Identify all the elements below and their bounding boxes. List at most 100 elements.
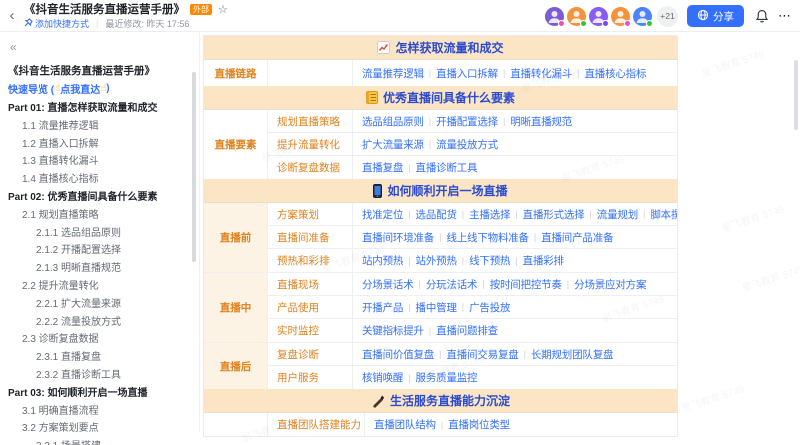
doc-link[interactable]: 按时间把控节奏 [490,277,562,292]
toc-item[interactable]: 1.3 直播转化漏斗 [8,151,199,169]
toc-item[interactable]: 1.1 流量推荐逻辑 [8,115,199,133]
collaborator-avatar[interactable] [611,7,630,26]
doc-link[interactable]: 流量投放方式 [436,137,498,152]
doc-link[interactable]: 直播转化漏斗 [510,66,572,81]
toc-item[interactable]: 2.2.1 扩大流量来源 [8,293,199,311]
toc-item[interactable]: 1.2 直播入口拆解 [8,133,199,151]
doc-link[interactable]: 线上线下物料准备 [446,230,528,245]
doc-link[interactable]: 线下预热 [469,253,510,268]
doc-link[interactable]: 直播间环境准备 [362,230,434,245]
links-cell: 扩大流量来源|流量投放方式 [353,133,677,155]
doc-link[interactable]: 直播复盘 [362,160,403,175]
table-row: 产品使用开播产品|播中管理|广告投放 [268,296,677,319]
doc-link[interactable]: 直播岗位类型 [448,417,510,432]
doc-link[interactable]: 分场景话术 [362,277,414,292]
toc-item[interactable]: 2.2 提升流量转化 [8,276,199,294]
toc-item[interactable]: 2.2.2 流量投放方式 [8,311,199,329]
toc-item[interactable]: 《抖音生活服务直播运营手册》 [8,62,199,80]
doc-link[interactable]: 直播问题排查 [436,323,498,338]
row-group: 直播后复盘诊断直播间价值复盘|直播间交易复盘|长期规划团队复盘用户服务核销唤醒|… [204,343,677,389]
toc-item[interactable]: 2.1.1 选品组品原则 [8,222,199,240]
doc-link[interactable]: 脚本撰写 [650,207,677,222]
doc-link[interactable]: 核销唤醒 [362,370,403,385]
topic-cell: 提升流量转化 [268,133,353,155]
toc-item[interactable]: 1.4 直播核心指标 [8,169,199,187]
collaborator-avatar[interactable] [589,7,608,26]
doc-link[interactable]: 流量推荐逻辑 [362,66,424,81]
doc-link[interactable]: 分场景应对方案 [574,277,646,292]
doc-link[interactable]: 直播核心指标 [584,66,646,81]
table-row: 提升流量转化扩大流量来源|流量投放方式 [268,133,677,156]
doc-link[interactable]: 直播诊断工具 [416,160,478,175]
collaborators-count-badge[interactable]: +21 [657,6,678,27]
doc-link[interactable]: 直播形式选择 [523,207,585,222]
document-scrollbar[interactable] [794,60,798,130]
collaborator-avatar[interactable] [545,7,564,26]
external-badge: 外部 [190,4,212,15]
collapse-sidebar-icon[interactable]: « [10,40,17,54]
doc-link[interactable]: 开播配置选择 [436,114,498,129]
doc-link[interactable]: 直播彩排 [523,253,564,268]
table-row: 复盘诊断直播间价值复盘|直播间交易复盘|长期规划团队复盘 [268,343,677,366]
doc-link[interactable]: 直播间价值复盘 [362,347,434,362]
toc-item[interactable]: 2.1.2 开播配置选择 [8,240,199,258]
more-menu-icon[interactable]: ⋯ [778,8,792,24]
toc-item[interactable]: Part 03: 如何顺利开启一场直播 [8,382,199,400]
section-title: 怎样获取流量和成交 [395,39,503,56]
doc-link[interactable]: 站内预热 [362,253,403,268]
doc-link[interactable]: 找准定位 [362,207,403,222]
doc-link[interactable]: 扩大流量来源 [362,137,424,152]
doc-link[interactable]: 关键指标提升 [362,323,424,338]
doc-link[interactable]: 长期规划团队复盘 [531,347,613,362]
add-shortcut-button[interactable]: 添加快捷方式 [24,17,89,30]
link-separator: | [408,163,410,173]
links-cell: 流量推荐逻辑|直播入口拆解|直播转化漏斗|直播核心指标 [353,60,677,86]
row-group: 直播中直播现场分场景话术|分玩法话术|按时间把控节奏|分场景应对方案产品使用开播… [204,273,677,343]
star-icon[interactable]: ☆ [218,3,228,16]
doc-link[interactable]: 选品配货 [416,207,457,222]
collaborator-avatar[interactable] [567,7,586,26]
toc-item[interactable]: 快速导览 (☝点我直达☝) [8,80,199,98]
topic-cell: 产品使用 [268,296,353,318]
doc-link[interactable]: 明晰直播规范 [510,114,572,129]
notification-bell-icon[interactable] [755,9,769,23]
doc-link[interactable]: 选品组品原则 [362,114,424,129]
links-cell: 选品组品原则|开播配置选择|明晰直播规范 [353,110,677,132]
link-separator: | [439,232,441,242]
doc-link[interactable]: 开播产品 [362,300,403,315]
toc-item[interactable]: Part 02: 优秀直播间具备什么要素 [8,187,199,205]
doc-link[interactable]: 分玩法话术 [426,277,478,292]
links-cell: 直播复盘 | 直播诊断工具 [353,156,677,179]
toc-item[interactable]: 2.1 规划直播策略 [8,204,199,222]
toc-item[interactable]: 3.2 方案策划要点 [8,418,199,436]
links-cell: 直播团队结构|直播岗位类型 [365,413,677,436]
toc-item[interactable]: 2.1.3 明晰直播规范 [8,258,199,276]
doc-link[interactable]: 主播选择 [469,207,510,222]
toc-item[interactable]: 2.3.1 直播复盘 [8,347,199,365]
doc-link[interactable]: 流量规划 [597,207,638,222]
links-cell: 分场景话术|分玩法话术|按时间把控节奏|分场景应对方案 [353,273,677,295]
pin-icon [24,18,33,29]
link-separator: | [462,209,464,219]
doc-link[interactable]: 直播团队结构 [374,417,436,432]
toc-item[interactable]: 3.2.1 场景搭建 [8,436,199,445]
row-group: 直播前方案策划找准定位|选品配货|主播选择|直播形式选择|流量规划|脚本撰写直播… [204,203,677,273]
doc-link[interactable]: 广告投放 [469,300,510,315]
collaborator-avatar[interactable] [633,7,652,26]
table-section: 生活服务直播能力沉淀直播团队搭建能力直播团队结构|直播岗位类型 [204,389,677,436]
doc-link[interactable]: 站外预热 [416,253,457,268]
doc-link[interactable]: 直播间交易复盘 [446,347,518,362]
toc-item[interactable]: 2.3 诊断复盘数据 [8,329,199,347]
toc-item[interactable]: 3.1 明确直播流程 [8,400,199,418]
doc-link[interactable]: 播中管理 [416,300,457,315]
doc-link[interactable]: 直播入口拆解 [436,66,498,81]
status-dot [580,20,587,27]
share-button[interactable]: 分享 [687,5,744,27]
toc-item[interactable]: 2.3.2 直播诊断工具 [8,365,199,383]
doc-link[interactable]: 服务质量监控 [416,370,478,385]
doc-link[interactable]: 直播间产品准备 [541,230,613,245]
sidebar-scrollbar[interactable] [192,72,196,262]
toc-item[interactable]: Part 01: 直播怎样获取流量和成交 [8,98,199,116]
back-icon[interactable]: ‹ [0,0,24,32]
topic-cell: 实时监控 [268,319,353,342]
